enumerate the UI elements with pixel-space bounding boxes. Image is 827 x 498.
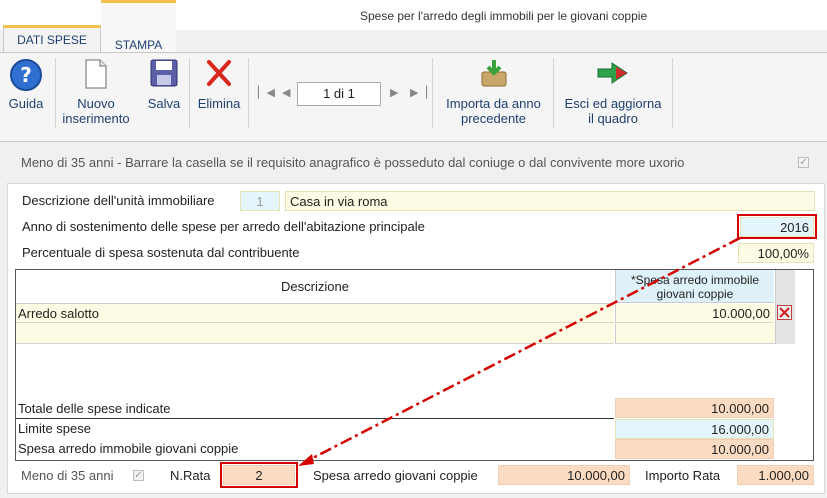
- annotation-arrow: [298, 236, 741, 466]
